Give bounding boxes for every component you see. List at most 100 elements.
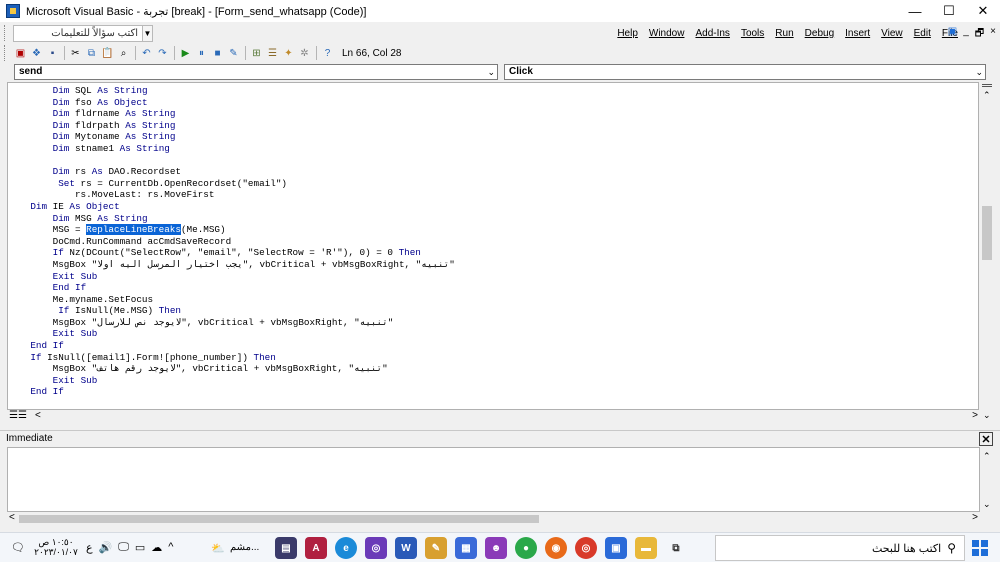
code-line[interactable]: End If [8,386,455,398]
break-icon[interactable]: ⏸ [194,46,209,61]
notification-icon[interactable]: 🗨 [10,539,26,555]
toolbar-grip[interactable] [4,45,7,61]
close-button[interactable]: ✕ [966,0,1000,22]
code-line[interactable]: Dim IE As Object [8,201,455,213]
code-line[interactable]: Exit Sub [8,271,455,283]
network-icon[interactable]: 🖵 [118,541,129,554]
help-icon[interactable]: ? [320,46,335,61]
code-line[interactable]: Dim fso As Object [8,97,455,109]
immediate-input[interactable] [7,447,980,512]
menu-insert[interactable]: Insert [845,28,870,39]
code-line[interactable]: Dim stname1 As String [8,143,455,155]
object-browser-icon[interactable]: ✦ [281,46,296,61]
code-line[interactable]: Exit Sub [8,375,455,387]
taskbar-search-input[interactable]: اكتب هنا للبحث ⚲ [715,535,965,561]
task-view-icon[interactable]: ⧉ [665,537,687,559]
edge-icon[interactable]: e [335,537,357,559]
media-icon[interactable]: ☻ [485,537,507,559]
menu-help[interactable]: Help [617,28,638,39]
weather-icon[interactable]: ⛅ [210,540,226,556]
splitter-handle[interactable] [982,84,992,87]
menu-debug[interactable]: Debug [805,28,834,39]
menu-run[interactable]: Run [775,28,793,39]
reset-icon[interactable]: ■ [210,46,225,61]
code-horizontal-scrollbar[interactable]: ☰☰ < > [7,410,980,424]
maximize-button[interactable]: ☐ [932,0,966,22]
scroll-up-icon[interactable]: ⌃ [983,451,991,462]
toolbox-icon[interactable]: ✲ [297,46,312,61]
chevron-down-icon[interactable]: ⌄ [487,65,495,79]
scroll-right-icon[interactable]: > [972,410,978,421]
scroll-right-icon[interactable]: > [972,512,978,523]
onedrive-icon[interactable]: ☁ [151,541,162,554]
code-line[interactable]: Dim fldrpath As String [8,120,455,132]
code-line[interactable]: Dim fldrname As String [8,108,455,120]
code-line[interactable]: MsgBox "لايوجد رقم هاتف", vbCritical + v… [8,363,455,375]
code-line[interactable]: DoCmd.RunCommand acCmdSaveRecord [8,236,455,248]
code-line[interactable]: If IsNull(Me.MSG) Then [8,305,455,317]
clock[interactable]: ١٠:٥٠ ص ٢٠٢٣/٠١/٠٧ [34,537,78,557]
procedure-view-icon[interactable]: ☰☰ [9,410,27,421]
firefox-icon[interactable]: ◉ [545,537,567,559]
project-explorer-icon[interactable]: ⊞ [249,46,264,61]
cut-icon[interactable]: ✂ [68,46,83,61]
menu-view[interactable]: View [881,28,903,39]
scroll-left-icon[interactable]: < [35,410,41,421]
file-explorer-icon[interactable]: ▬ [635,537,657,559]
immediate-vertical-scrollbar[interactable]: ⌃ ⌄ [980,447,994,512]
save-icon[interactable]: ▪ [45,46,60,61]
code-line[interactable]: Dim SQL As String [8,85,455,97]
menu-window[interactable]: Window [649,28,685,39]
scroll-left-icon[interactable]: < [9,512,15,523]
menu-tools[interactable]: Tools [741,28,764,39]
code-line[interactable]: MSG = ReplaceLineBreaks(Me.MSG) [8,224,455,236]
code-line[interactable]: If IsNull([email1].Form![phone_number]) … [8,352,455,364]
code-line[interactable]: Set rs = CurrentDb.OpenRecordset("email"… [8,178,455,190]
scroll-up-icon[interactable]: ⌃ [983,90,991,101]
procedure-combo[interactable]: Click ⌄ [504,64,986,80]
notepad-icon[interactable]: ✎ [425,537,447,559]
scroll-thumb[interactable] [982,206,992,260]
insert-userform-icon[interactable]: ❖ [29,46,44,61]
view-access-icon[interactable]: ▣ [13,46,28,61]
redo-icon[interactable]: ↷ [155,46,170,61]
chrome-icon[interactable]: ◎ [575,537,597,559]
help-dropdown-button[interactable]: ▼ [143,24,153,42]
properties-icon[interactable]: ☰ [265,46,280,61]
run-icon[interactable]: ▶ [178,46,193,61]
app-icon[interactable]: ◎ [365,537,387,559]
code-line[interactable]: Dim Mytoname As String [8,131,455,143]
scroll-down-icon[interactable]: ⌄ [983,499,991,510]
code-line[interactable]: End If [8,340,455,352]
code-line[interactable]: Me.myname.SetFocus [8,294,455,306]
immediate-horizontal-scrollbar[interactable]: < > [7,512,980,525]
design-mode-icon[interactable]: ✎ [226,46,241,61]
toolbar-grip[interactable] [4,25,7,41]
code-lines[interactable]: Dim SQL As String Dim fso As Object Dim … [8,85,455,398]
code-line[interactable]: End If [8,282,455,294]
code-line[interactable] [8,155,455,167]
object-combo[interactable]: send ⌄ [14,64,498,80]
word-icon[interactable]: W [395,537,417,559]
calculator-icon[interactable]: ▦ [455,537,477,559]
chevron-down-icon[interactable]: ⌄ [975,65,983,79]
scroll-down-icon[interactable]: ⌄ [983,410,991,421]
code-line[interactable]: If Nz(DCount("SelectRow", "email", "Sele… [8,247,455,259]
mdi-close-button[interactable]: × [990,26,996,43]
code-line[interactable]: Dim rs As DAO.Recordset [8,166,455,178]
undo-icon[interactable]: ↶ [139,46,154,61]
code-line[interactable]: MsgBox "يجب اختيار المرسل اليه اولا", vb… [8,259,455,271]
immediate-close-button[interactable]: ✕ [979,432,993,446]
find-icon[interactable]: ⌕ [116,46,131,61]
access-icon[interactable]: A [305,537,327,559]
copy-icon[interactable]: ⧉ [84,46,99,61]
scroll-thumb[interactable] [19,515,539,523]
start-button[interactable] [972,540,988,556]
mdi-restore-icon[interactable]: ▣ [948,26,957,43]
whatsapp-icon[interactable]: ● [515,537,537,559]
code-vertical-scrollbar[interactable]: ⌃ ⌄ [980,82,994,422]
weather-label[interactable]: مشم... [230,542,259,553]
code-line[interactable]: Exit Sub [8,328,455,340]
store-icon[interactable]: ▣ [605,537,627,559]
selected-text[interactable]: ReplaceLineBreaks [86,224,181,236]
